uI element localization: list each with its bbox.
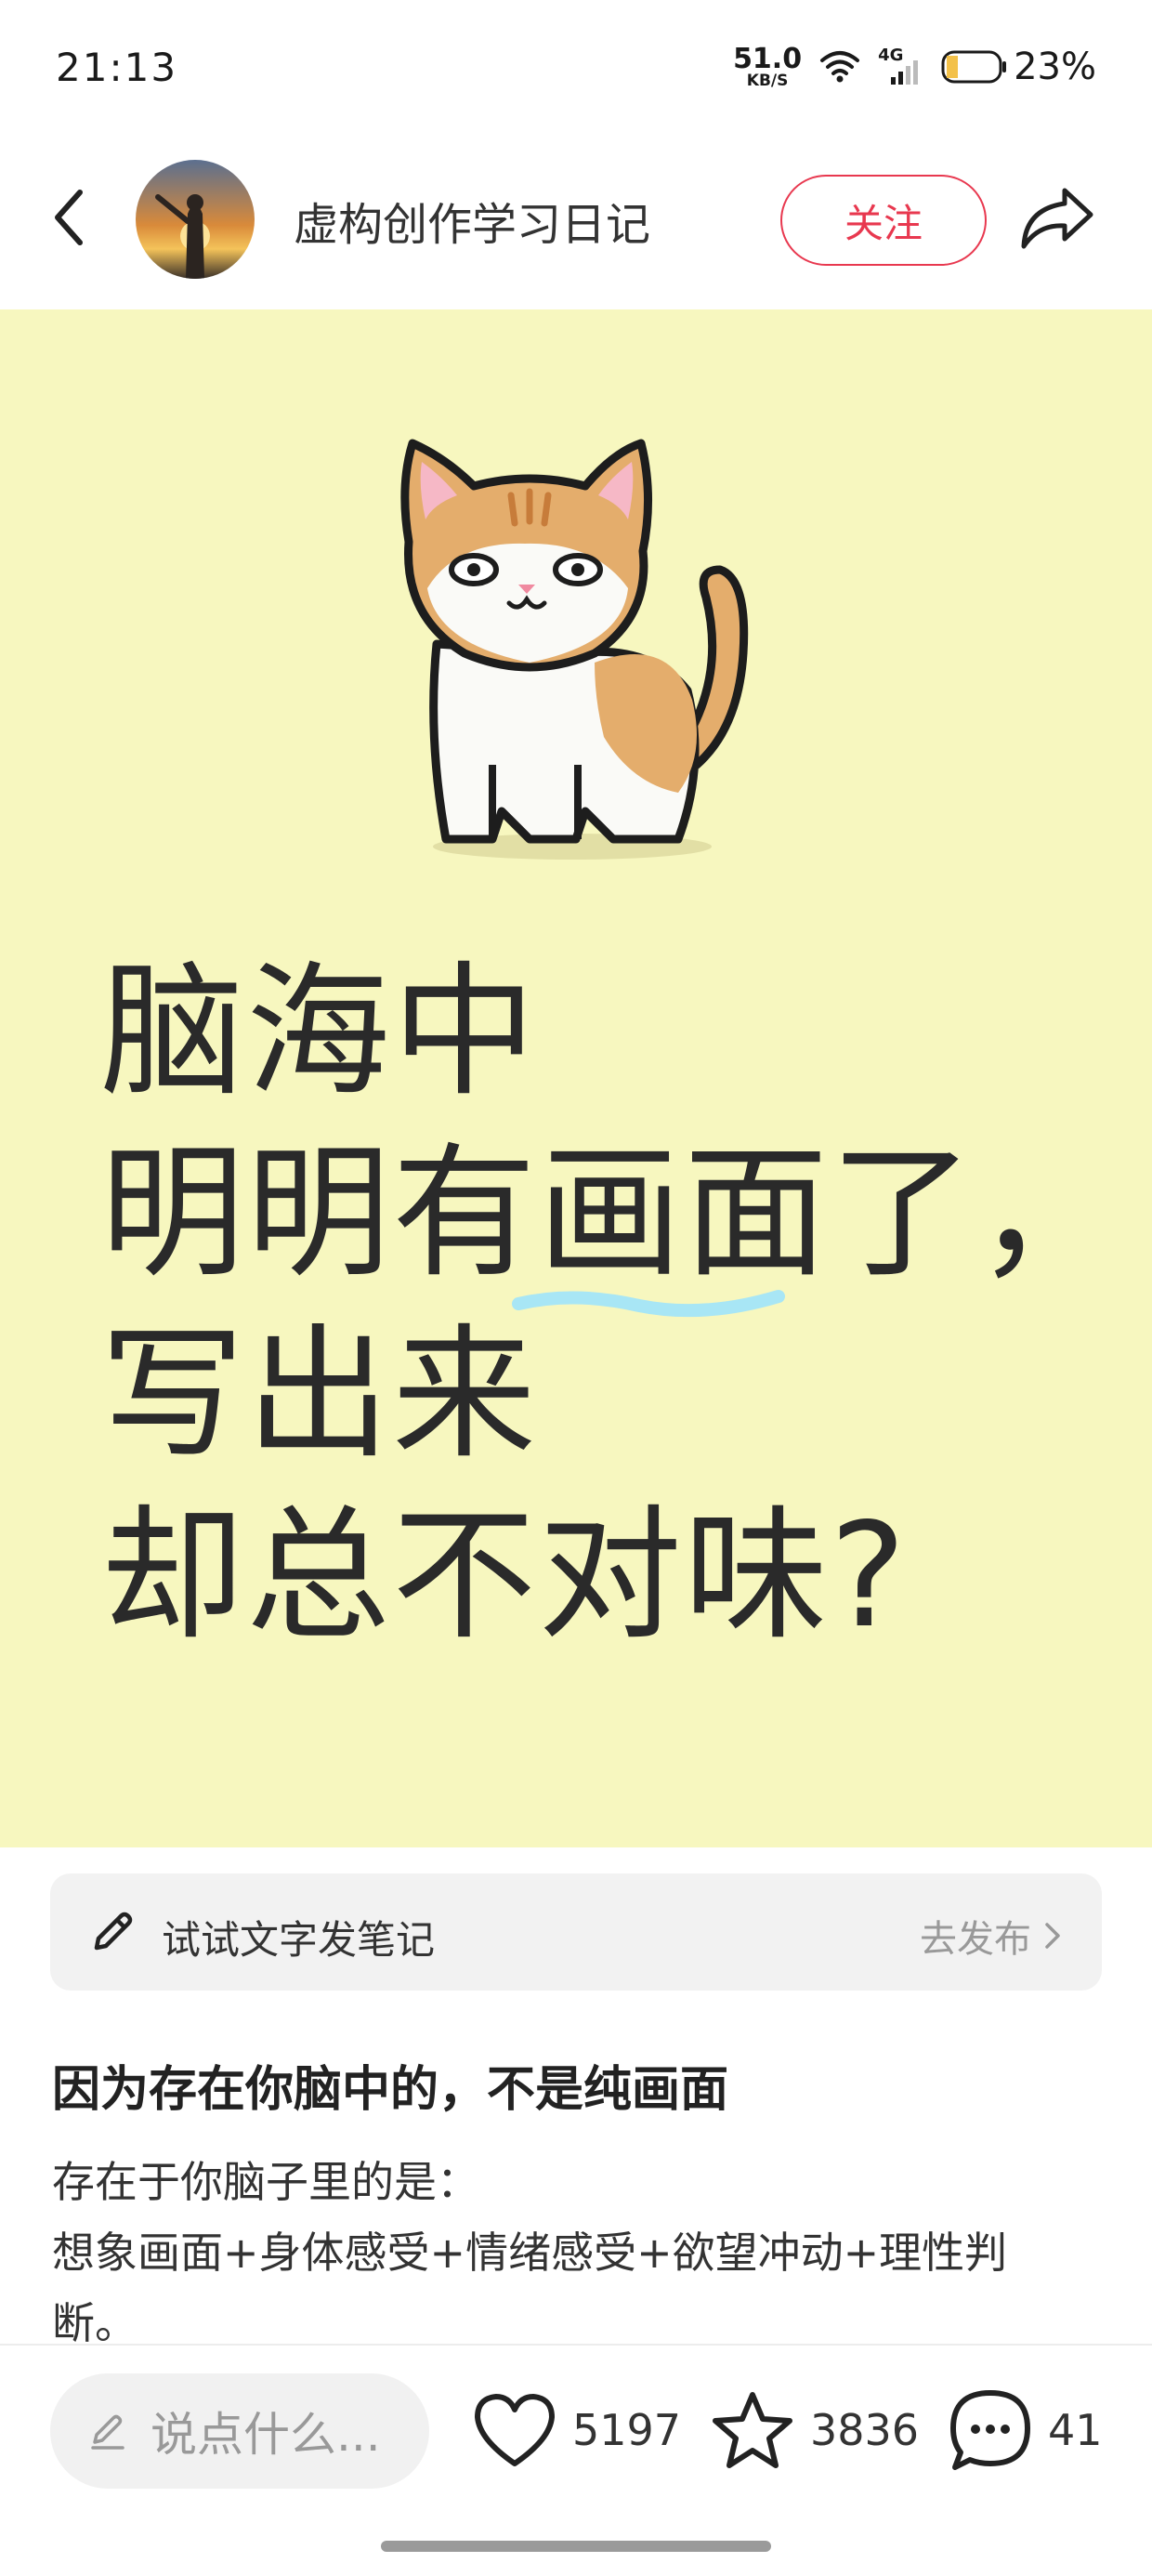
author-name[interactable]: 虚构创作学习日记 — [294, 188, 650, 253]
try-text-note-bar[interactable]: 试试文字发笔记 去发布 — [50, 1873, 1102, 1991]
comment-input[interactable]: 说点什么... — [50, 2373, 429, 2489]
hero-text: 脑海中 明明有画面了， 写出来 却总不对味? — [100, 941, 1121, 1666]
hero-line-3: 写出来 — [100, 1310, 538, 1479]
go-publish[interactable]: 去发布 — [920, 1909, 1061, 1963]
share-icon — [1021, 188, 1093, 249]
note-header: 虚构创作学习日记 关注 — [0, 139, 1152, 307]
signal-group: 4G — [878, 46, 924, 88]
star-icon — [713, 2392, 792, 2468]
hero-line-1: 脑海中 — [100, 948, 538, 1116]
battery: 23% — [941, 46, 1096, 88]
author-avatar[interactable] — [136, 160, 255, 279]
back-button[interactable] — [41, 180, 97, 255]
note-image[interactable]: 脑海中 明明有画面了， 写出来 却总不对味? — [0, 309, 1152, 1847]
note-body-line: 想象画面+身体感受+情绪感受+欲望冲动+理性判 — [52, 2228, 1008, 2278]
comment-count: 41 — [1048, 2405, 1103, 2455]
note-detail-page: 21:13 51.0 KB/S 4G 23% 虚构创作学习日记 关注 脑海中 明… — [0, 0, 1152, 2576]
chevron-right-icon — [1045, 1923, 1060, 1949]
status-time: 21:13 — [56, 45, 178, 90]
note-title: 因为存在你脑中的，不是纯画面 — [52, 2062, 729, 2118]
favorite-button[interactable]: 3836 — [710, 2379, 919, 2481]
heart-icon — [475, 2394, 555, 2466]
favorite-count: 3836 — [810, 2405, 920, 2455]
hero-line-2: 明明有画面了， — [100, 1129, 1121, 1297]
like-count: 5197 — [572, 2405, 682, 2455]
back-arrow-icon — [55, 190, 83, 245]
bottom-action-bar: 说点什么... 5197 3836 41 — [0, 2346, 1152, 2504]
comment-icon — [950, 2390, 1030, 2470]
like-button[interactable]: 5197 — [472, 2379, 681, 2481]
follow-button[interactable]: 关注 — [780, 175, 987, 266]
net-speed-value: 51.0 — [733, 42, 803, 75]
go-publish-label: 去发布 — [920, 1918, 1031, 1961]
highlight-underline — [512, 1290, 785, 1318]
try-text-note-label: 试试文字发笔记 — [162, 1917, 436, 1963]
battery-icon — [941, 50, 1007, 84]
note-body: 存在于你脑子里的是： 想象画面+身体感受+情绪感受+欲望冲动+理性判 断。 — [52, 2147, 1111, 2359]
net-speed-unit: KB/S — [746, 71, 789, 90]
share-button[interactable] — [1013, 175, 1102, 264]
comment-button[interactable]: 41 — [948, 2379, 1103, 2481]
status-icons: 51.0 KB/S 4G 23% — [733, 39, 1096, 95]
pencil-icon — [94, 1912, 133, 1951]
signal-icon — [891, 60, 919, 85]
wifi-icon — [820, 51, 860, 83]
note-body-line: 存在于你脑子里的是： — [52, 2157, 479, 2207]
comment-placeholder: 说点什么... — [151, 2408, 381, 2462]
avatar-image — [136, 160, 255, 279]
battery-percent: 23% — [1014, 46, 1096, 88]
status-bar: 21:13 51.0 KB/S 4G 23% — [0, 0, 1152, 139]
cat-illustration — [400, 439, 749, 860]
home-indicator[interactable] — [381, 2541, 771, 2552]
hero-line-4: 却总不对味? — [100, 1492, 909, 1660]
edit-icon — [91, 2414, 124, 2450]
net-speed: 51.0 KB/S — [733, 42, 803, 90]
